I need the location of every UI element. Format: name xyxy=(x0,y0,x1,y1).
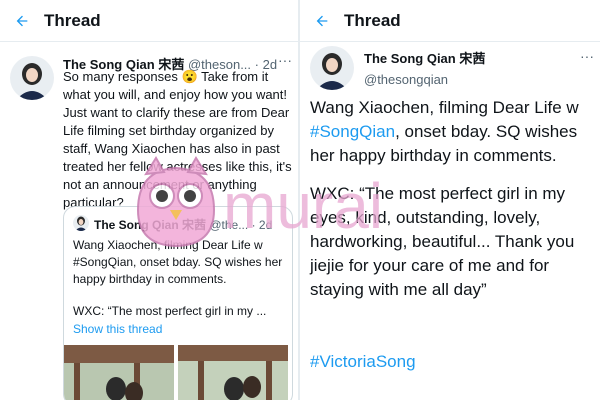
quote-body: Wang Xiaochen, filming Dear Life w #Song… xyxy=(73,238,283,286)
quote-author: The Song Qian 宋茜 @the... · 2d xyxy=(94,216,272,233)
page-title: Thread xyxy=(44,10,101,30)
arrow-left-icon xyxy=(16,15,28,26)
quote-author-handle: @the... xyxy=(209,218,249,232)
avatar[interactable] xyxy=(10,56,54,100)
left-thread-pane: Thread The Song Qian 宋茜 @theson... · 2d … xyxy=(0,0,298,400)
tweet-main-paragraph: Wang Xiaochen, filming Dear Life w #Song… xyxy=(310,96,595,168)
quote-excerpt: WXC: “The most perfect girl in my ... xyxy=(73,304,267,318)
author-name-right: The Song Qian 宋茜 xyxy=(364,51,486,66)
hashtag-link-victoriasong[interactable]: #VictoriaSong xyxy=(310,352,416,372)
quote-time: · 2d xyxy=(251,218,273,232)
author-handle-right: @thesongqian xyxy=(364,72,449,87)
quote-author-name: The Song Qian 宋茜 xyxy=(94,218,207,232)
tweet-body-right: Wang Xiaochen, filming Dear Life w #Song… xyxy=(310,96,595,316)
back-button[interactable] xyxy=(0,13,44,29)
back-button-right[interactable] xyxy=(300,13,344,29)
left-header: Thread xyxy=(0,0,298,42)
show-thread-link[interactable]: Show this thread xyxy=(73,322,162,336)
tweet-body: So many responses 😮 Take from it what yo… xyxy=(63,69,292,210)
tweet-quote-paragraph: WXC: “The most perfect girl in my eyes, … xyxy=(310,184,575,299)
page-title-right: Thread xyxy=(344,10,401,30)
more-options-icon-right[interactable]: ··· xyxy=(580,48,594,64)
arrow-left-icon xyxy=(316,15,328,26)
quoted-tweet[interactable]: The Song Qian 宋茜 @the... · 2d Wang Xiaoc… xyxy=(63,206,293,400)
quote-photo-1[interactable] xyxy=(64,345,174,400)
quote-avatar xyxy=(73,215,89,231)
tweet-text-part: Wang Xiaochen, filming Dear Life w xyxy=(310,98,579,117)
avatar-right[interactable] xyxy=(310,46,354,90)
quote-photo-2[interactable] xyxy=(178,345,288,400)
right-thread-pane: Thread The Song Qian 宋茜 @thesongqian ···… xyxy=(300,0,600,400)
more-options-icon[interactable]: ··· xyxy=(278,52,292,68)
tweet-author-right[interactable]: The Song Qian 宋茜 @thesongqian xyxy=(364,48,485,87)
right-header: Thread xyxy=(300,0,600,42)
hashtag-link-songqian[interactable]: #SongQian xyxy=(310,122,395,141)
